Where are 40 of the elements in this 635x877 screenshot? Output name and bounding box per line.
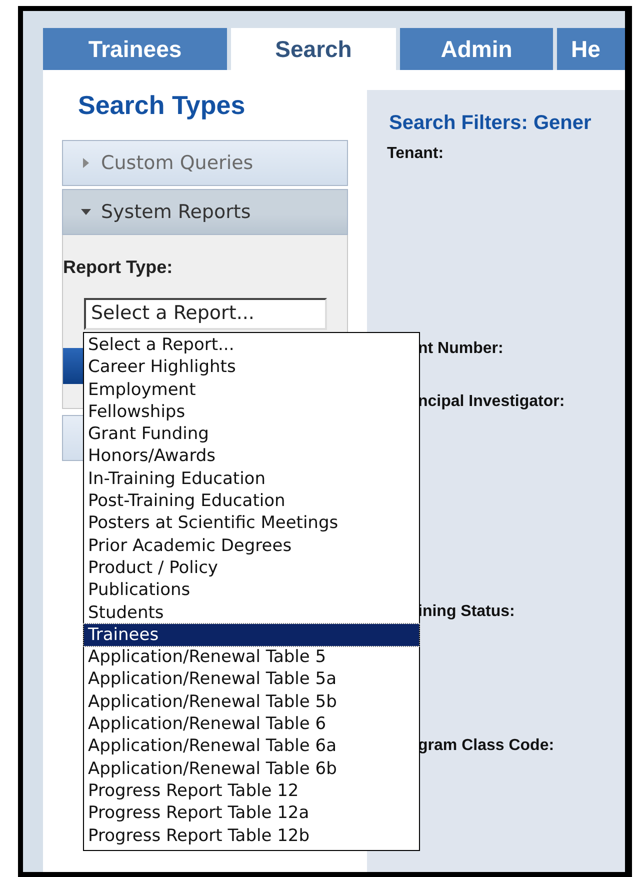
dropdown-option[interactable]: Prior Academic Degrees [84,534,419,557]
accordion-header[interactable]: System Reports [62,189,348,235]
dropdown-option[interactable]: Application/Renewal Table 5a [84,668,419,691]
nav-tab[interactable]: Trainees [43,28,227,70]
caret-down-icon [81,207,91,217]
dropdown-option[interactable]: Employment [84,378,419,401]
dropdown-option[interactable]: Post-Training Education [84,490,419,512]
dropdown-option[interactable]: Trainees [84,624,419,646]
dropdown-option[interactable]: Publications [84,579,419,602]
filter-label: Tenant: [386,145,444,163]
filter-label: gram Class Code: [417,737,554,755]
dropdown-option[interactable]: Progress Report Table 12 [84,780,419,802]
dropdown-option[interactable]: Students [84,602,419,624]
dropdown-option[interactable]: Grant Funding [84,423,419,446]
dropdown-option[interactable]: Career Highlights [84,356,419,379]
accordion-label: System Reports [101,201,251,223]
dropdown-option[interactable]: Progress Report Table 12a [84,802,419,825]
dropdown-option[interactable]: Honors/Awards [84,445,419,468]
dropdown-option[interactable]: Fellowships [84,400,419,424]
accordion-header[interactable]: Custom Queries [62,140,348,186]
dropdown-option[interactable]: Application/Renewal Table 5b [84,690,419,714]
field-label: Report Type: [63,257,173,278]
report-select[interactable]: Select a Report... [84,298,327,330]
dropdown-option[interactable]: Posters at Scientific Meetings [84,512,419,535]
dropdown-option[interactable]: Application/Renewal Table 6b [84,758,419,780]
dropdown-option[interactable]: In-Training Education [84,468,419,490]
dropdown-option[interactable]: Application/Renewal Table 5 [84,646,419,668]
caret-right-icon [81,158,91,168]
nav-tab[interactable]: Search [231,28,396,70]
panel-title: Search Filters: Gener [389,112,592,135]
nav-tab[interactable]: He [557,28,625,70]
sidebar-title: Search Types [78,90,246,121]
dropdown-option[interactable]: Progress Report Table 12b [84,824,419,847]
accordion-label: Custom Queries [101,152,254,174]
filter-label: ncipal Investigator: [417,393,565,411]
dropdown-option[interactable]: Application/Renewal Table 6a [84,735,419,758]
dropdown-option[interactable]: Application/Renewal Table 6 [84,713,419,736]
nav-tab[interactable]: Admin [400,28,553,70]
dropdown-option[interactable]: Select a Report... [84,334,419,356]
dropdown-option[interactable]: Product / Policy [84,556,419,580]
